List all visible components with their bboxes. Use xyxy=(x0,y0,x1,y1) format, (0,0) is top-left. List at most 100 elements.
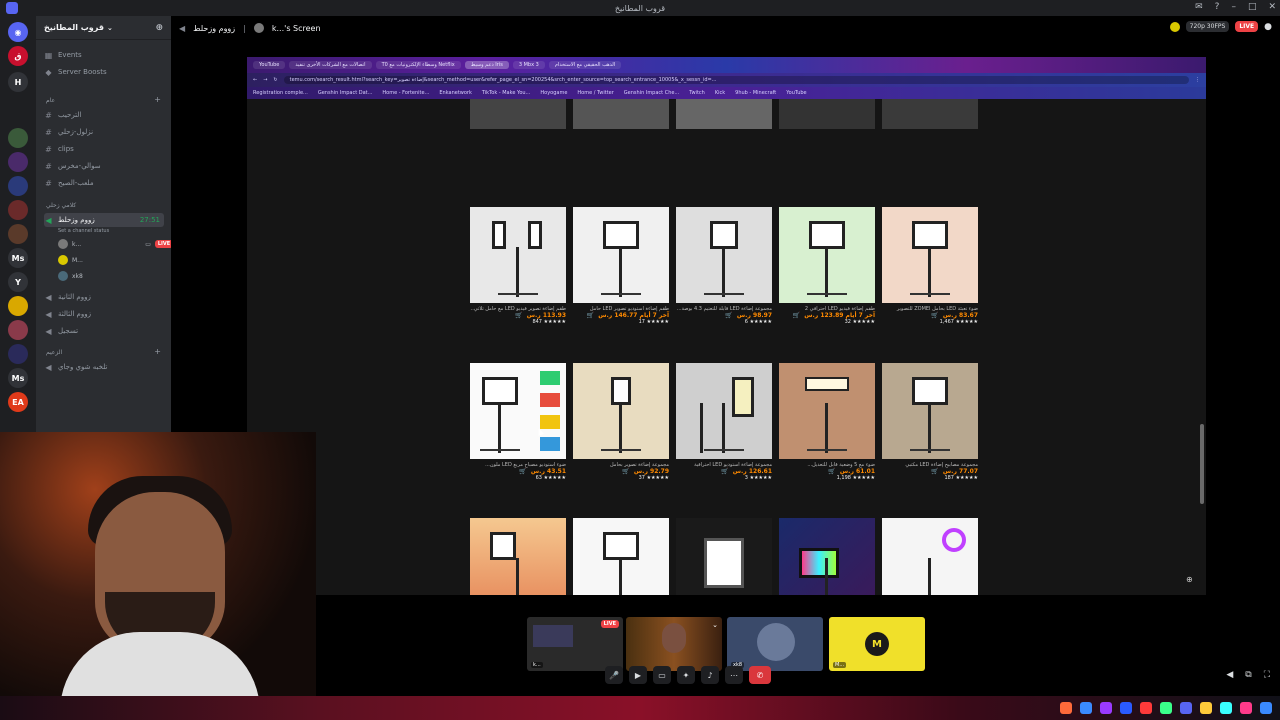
popout-icon[interactable]: ⧉ xyxy=(1245,670,1251,680)
camera-button[interactable]: ▶ xyxy=(629,666,647,684)
screen-share-button[interactable]: ▭ xyxy=(653,666,671,684)
inbox-icon[interactable]: ✉ xyxy=(1195,2,1203,12)
back-icon[interactable]: ← xyxy=(253,77,257,83)
bookmark[interactable]: Kick xyxy=(715,90,725,96)
voice-channel[interactable]: ◀ زووم الثانية xyxy=(44,290,164,304)
voice-channel[interactable]: ◀ تسجيل xyxy=(44,324,164,338)
more-options-button[interactable]: ⋯ xyxy=(725,666,743,684)
add-to-cart-icon[interactable]: 🛒 xyxy=(587,312,594,319)
browser-tab[interactable]: YouTube xyxy=(253,61,286,69)
add-to-cart-icon[interactable]: 🛒 xyxy=(515,312,522,319)
bookmark[interactable]: 9hub - Minecraft xyxy=(735,90,776,96)
text-channel[interactable]: # الترحيب xyxy=(44,108,164,122)
volume-icon[interactable]: ◀ xyxy=(1226,670,1233,680)
server-icon[interactable] xyxy=(8,320,28,340)
add-to-cart-icon[interactable]: 🛒 xyxy=(519,468,526,475)
app-icon[interactable] xyxy=(1080,702,1092,714)
app-icon[interactable] xyxy=(1140,702,1152,714)
add-member-icon[interactable]: ⊕ xyxy=(155,23,163,33)
chat-icon[interactable]: ● xyxy=(1264,22,1272,32)
browser-tab[interactable]: T0 وسطاء الإلكترونيات مع Netflix xyxy=(375,61,461,69)
bookmark[interactable]: Registration comple... xyxy=(253,90,308,96)
address-bar[interactable]: temu.com/search_result.html?search_key=إ… xyxy=(283,76,1189,84)
browser-tab[interactable]: 3 Mbx 3 xyxy=(512,61,545,69)
minimize-button[interactable]: – xyxy=(1231,2,1236,12)
add-to-cart-icon[interactable]: 🛒 xyxy=(622,468,629,475)
browser-scrollbar[interactable] xyxy=(1200,99,1204,595)
product-card[interactable] xyxy=(573,99,669,129)
bookmark[interactable]: Genshin Impact Che... xyxy=(624,90,679,96)
channel-status[interactable]: Set a channel status xyxy=(58,225,109,237)
app-icon[interactable] xyxy=(1200,702,1212,714)
close-button[interactable]: ✕ xyxy=(1268,2,1276,12)
bookmark[interactable]: Home / Twitter xyxy=(577,90,613,96)
app-icon[interactable] xyxy=(1160,702,1172,714)
bookmark[interactable]: TikTok - Make You... xyxy=(482,90,530,96)
sidebar-item-events[interactable]: ▦ Events xyxy=(44,48,164,62)
add-channel-icon[interactable]: + xyxy=(154,95,161,104)
product-card[interactable] xyxy=(676,518,772,595)
add-to-cart-icon[interactable]: 🛒 xyxy=(793,312,800,319)
discord-taskbar-icon[interactable] xyxy=(1180,702,1192,714)
product-card[interactable] xyxy=(882,518,978,595)
app-icon[interactable] xyxy=(1060,702,1072,714)
text-channel[interactable]: # ملعب-الصيح xyxy=(44,176,164,190)
server-icon[interactable] xyxy=(8,344,28,364)
zoom-icon[interactable]: ⊕ xyxy=(1186,575,1196,585)
fullscreen-icon[interactable]: ⛶ xyxy=(1264,670,1270,680)
add-to-cart-icon[interactable]: 🛒 xyxy=(931,312,938,319)
text-channel[interactable]: # نزلول-زحلي xyxy=(44,125,164,139)
text-channel[interactable]: # سوالي-مخرس xyxy=(44,159,164,173)
windows-start-icon[interactable] xyxy=(1260,702,1272,714)
chevron-down-icon[interactable]: ⌄ xyxy=(712,621,718,629)
disconnect-button[interactable]: ✆ xyxy=(749,666,771,684)
participant-tile[interactable]: M M... xyxy=(829,617,925,671)
voice-channel[interactable]: ◀ تلخبه شوي وجاي xyxy=(44,360,164,374)
help-icon[interactable]: ? xyxy=(1215,2,1220,12)
bookmark[interactable]: Enkanetwork xyxy=(439,90,472,96)
bookmark[interactable]: Twitch xyxy=(689,90,705,96)
server-icon[interactable] xyxy=(8,224,28,244)
add-to-cart-icon[interactable]: 🛒 xyxy=(828,468,835,475)
bookmark[interactable]: Home - Fortenite... xyxy=(382,90,429,96)
product-card[interactable] xyxy=(676,99,772,129)
server-icon[interactable]: Ms xyxy=(8,368,28,388)
product-card[interactable]: مجموعة إضاءة استوديو LED احترافية 126.61… xyxy=(676,363,772,481)
app-icon[interactable] xyxy=(1100,702,1112,714)
server-icon[interactable] xyxy=(8,296,28,316)
product-card[interactable]: مجموعة إضاءة LED قابلة للتعتيم 4.3 بوصة.… xyxy=(676,207,772,325)
product-card[interactable]: طقم إضاءة تصوير فيديو LED مع حامل ثلاثي.… xyxy=(470,207,566,325)
server-icon[interactable]: Ms xyxy=(8,248,28,268)
browser-tab[interactable]: الذهب الحقيقي مع الاستخدام xyxy=(548,61,622,69)
product-card[interactable]: مجموعة مصابيح إضاءة LED مكتبي 77.07 ر.س 🛒… xyxy=(882,363,978,481)
server-icon[interactable] xyxy=(8,200,28,220)
product-card[interactable] xyxy=(470,99,566,129)
server-icon[interactable] xyxy=(8,128,28,148)
server-icon[interactable]: Y xyxy=(8,272,28,292)
shared-screen[interactable]: YouTube اتصالات مع الشركات الأخرى تنفيذ … xyxy=(247,57,1206,595)
product-card[interactable] xyxy=(779,99,875,129)
browser-tab[interactable]: دعم وسيط Iris xyxy=(464,61,509,69)
bookmark[interactable]: Genshin Impact Dat... xyxy=(318,90,373,96)
product-card[interactable]: ضوء استوديو مصباح مربع LED ملون... 43.51… xyxy=(470,363,566,481)
voice-user[interactable]: M... xyxy=(58,254,83,266)
product-card[interactable]: ضوء تعبئة LED بحامل ZOMEI للتصوير 83.67 … xyxy=(882,207,978,325)
app-icon[interactable] xyxy=(1220,702,1232,714)
home-button[interactable]: ◉ xyxy=(8,22,28,42)
add-channel-icon[interactable]: + xyxy=(154,347,161,356)
product-card[interactable]: طقم إضاءة فيديو LED احترافي 2 آخر 7 أيام… xyxy=(779,207,875,325)
category-label[interactable]: كلامي زحلي xyxy=(46,202,76,209)
sidebar-item-server-boosts[interactable]: ◆ Server Boosts xyxy=(44,65,164,79)
forward-icon[interactable]: → xyxy=(263,77,267,83)
voice-user[interactable]: k... ▭ LIVE xyxy=(58,238,174,250)
server-icon[interactable]: H xyxy=(8,72,28,92)
server-icon[interactable] xyxy=(8,152,28,172)
activities-button[interactable]: ✦ xyxy=(677,666,695,684)
product-card[interactable]: طقم إضاءة استوديو تصوير LED حامل آخر 7 أ… xyxy=(573,207,669,325)
browser-tab[interactable]: اتصالات مع الشركات الأخرى تنفيذ xyxy=(289,61,372,69)
bookmark[interactable]: Hoyogame xyxy=(540,90,567,96)
reload-icon[interactable]: ↻ xyxy=(273,77,277,83)
add-to-cart-icon[interactable]: 🛒 xyxy=(725,312,732,319)
app-icon[interactable] xyxy=(1120,702,1132,714)
server-icon[interactable] xyxy=(8,176,28,196)
